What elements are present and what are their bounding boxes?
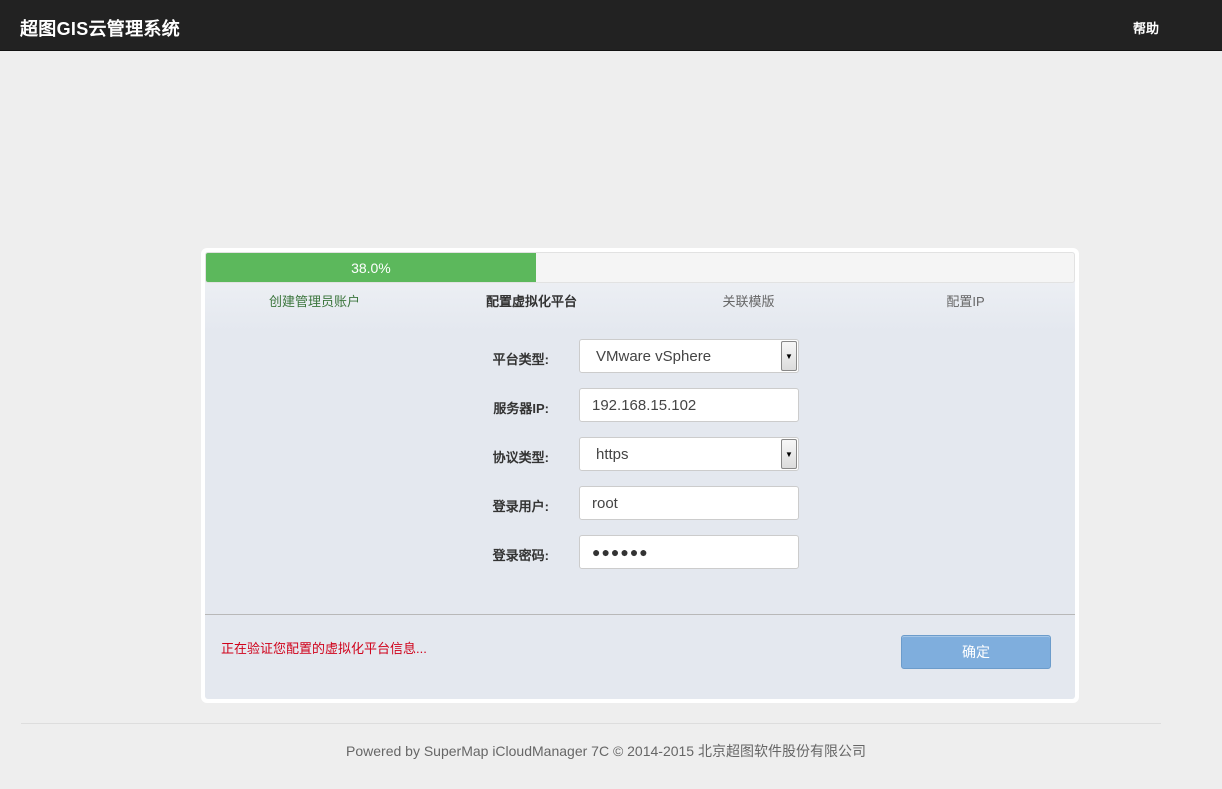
app-title[interactable]: 超图GIS云管理系统 [20, 15, 180, 41]
login-password-value: ●●●●●● [592, 544, 649, 560]
step-configure-ip: 配置IP [946, 294, 985, 309]
server-ip-label: 服务器IP: [493, 401, 549, 416]
setup-wizard-panel: 38.0% 创建管理员账户 配置虚拟化平台 关联模版 配置IP 平台类型: VM… [201, 248, 1079, 703]
step-create-admin-account: 创建管理员账户 [268, 294, 360, 309]
wizard-body: 38.0% 创建管理员账户 配置虚拟化平台 关联模版 配置IP 平台类型: VM… [205, 252, 1075, 699]
platform-type-value: VMware vSphere [596, 347, 712, 365]
server-ip-input[interactable]: 192.168.15.102 [579, 388, 799, 422]
confirm-button[interactable]: 确定 [901, 635, 1051, 669]
top-navbar: 超图GIS云管理系统 帮助 [0, 0, 1222, 51]
protocol-type-label: 协议类型: [492, 450, 549, 465]
form-divider [205, 614, 1075, 615]
caret-down-icon[interactable]: ▼ [781, 439, 797, 469]
server-ip-value: 192.168.15.102 [592, 396, 697, 414]
step-associate-template: 关联模版 [722, 294, 775, 309]
login-password-label: 登录密码: [492, 548, 549, 563]
protocol-type-select[interactable]: https ▼ [579, 437, 799, 471]
step-configure-virtualization-platform: 配置虚拟化平台 [485, 294, 577, 309]
platform-type-label: 平台类型: [492, 352, 549, 367]
platform-type-select[interactable]: VMware vSphere ▼ [579, 339, 799, 373]
login-user-value: root [592, 494, 618, 512]
login-user-input[interactable]: root [579, 486, 799, 520]
login-user-label: 登录用户: [492, 499, 549, 514]
footer-copyright: Powered by SuperMap iCloudManager 7C © 2… [346, 743, 866, 759]
footer-divider [21, 723, 1161, 724]
login-password-input[interactable]: ●●●●●● [579, 535, 799, 569]
protocol-type-value: https [596, 445, 629, 463]
progress-bar: 38.0% [205, 252, 1075, 283]
validation-status-message: 正在验证您配置的虚拟化平台信息... [221, 641, 427, 656]
help-link[interactable]: 帮助 [1133, 18, 1159, 37]
caret-down-icon[interactable]: ▼ [781, 341, 797, 371]
progress-bar-fill: 38.0% [206, 253, 536, 282]
